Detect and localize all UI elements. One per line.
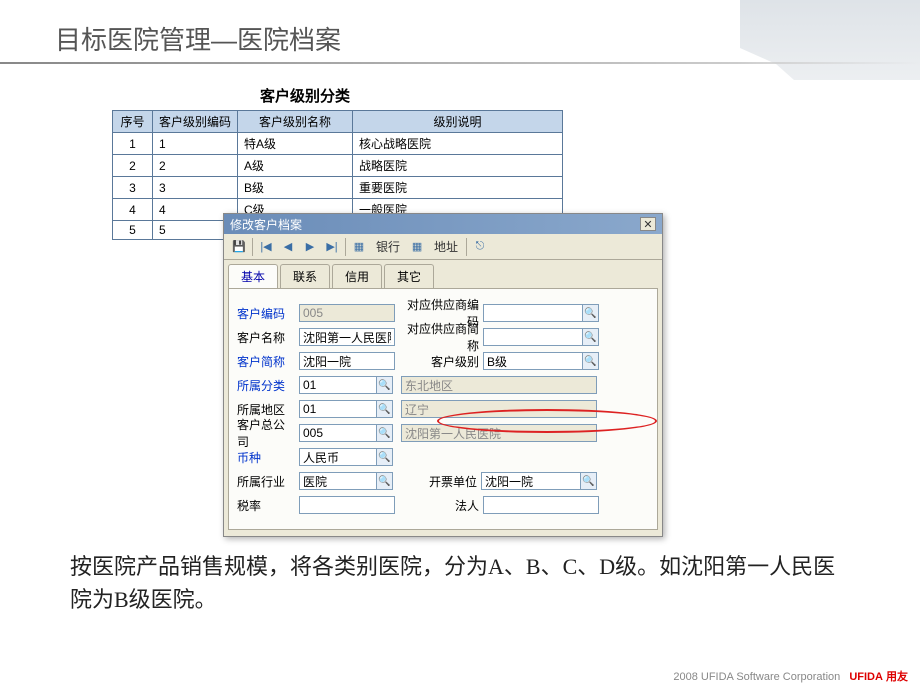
tab-basic-content: 客户编码 005 对应供应商编码 🔍 客户名称 对应供应商简称 🔍 客户简称 客… [228,288,658,530]
fld-level[interactable] [483,352,583,370]
lookup-icon[interactable]: 🔍 [377,376,393,394]
close-button[interactable]: ✕ [640,217,656,231]
fld-name[interactable] [299,328,395,346]
fld-hq[interactable] [299,424,377,442]
th-code: 客户级别编码 [153,111,238,133]
save-icon[interactable]: 💾 [230,238,248,256]
next-icon[interactable]: ▶ [301,238,319,256]
fld-hq-name: 沈阳第一人民医院 [401,424,597,442]
fld-industry[interactable] [299,472,377,490]
description-text: 按医院产品销售规模，将各类别医院，分为A、B、C、D级。如沈阳第一人民医院为B级… [70,550,850,616]
divider [0,62,920,64]
lbl-name: 客户名称 [237,329,299,346]
dialog-titlebar[interactable]: 修改客户档案 ✕ [224,214,662,234]
fld-invoice-unit[interactable] [481,472,581,490]
th-seq: 序号 [113,111,153,133]
lbl-category: 所属分类 [237,377,299,394]
fld-legal[interactable] [483,496,599,514]
tab-other[interactable]: 其它 [384,264,434,288]
table-row: 11特A级核心战略医院 [113,133,563,155]
page-title: 目标医院管理—医院档案 [55,20,341,57]
table-title: 客户级别分类 [260,85,350,106]
dialog-title: 修改客户档案 [230,216,302,233]
lbl-short: 客户简称 [237,353,299,370]
prev-icon[interactable]: ◀ [279,238,297,256]
dialog-toolbar: 💾 |◀ ◀ ▶ ▶| ▦ 银行 ▦ 地址 ⎋ [224,234,662,260]
table-row: 33B级重要医院 [113,177,563,199]
fld-supplier-short[interactable] [483,328,583,346]
lbl-supplier-short: 对应供应商简称 [403,320,483,354]
th-desc: 级别说明 [353,111,563,133]
footer: 2008 UFIDA Software Corporation UFIDA 用友 [673,668,908,684]
fld-tax[interactable] [299,496,395,514]
decorative-building [740,0,920,80]
fld-category-name: 东北地区 [401,376,597,394]
address-button[interactable]: 地址 [430,238,462,255]
tab-contact[interactable]: 联系 [280,264,330,288]
lbl-legal: 法人 [403,497,483,514]
lbl-region: 所属地区 [237,401,299,418]
tab-basic[interactable]: 基本 [228,264,278,288]
lookup-icon[interactable]: 🔍 [581,472,597,490]
fld-supplier-code[interactable] [483,304,583,322]
bank-button[interactable]: 银行 [372,238,404,255]
lookup-icon[interactable]: 🔍 [583,328,599,346]
fld-region[interactable] [299,400,377,418]
fld-region-name: 辽宁 [401,400,597,418]
lbl-currency: 币种 [237,449,299,466]
lookup-icon[interactable]: 🔍 [377,424,393,442]
fld-code: 005 [299,304,395,322]
lbl-code: 客户编码 [237,305,299,322]
lbl-industry: 所属行业 [237,473,299,490]
th-name: 客户级别名称 [238,111,353,133]
address-icon[interactable]: ▦ [408,238,426,256]
lookup-icon[interactable]: 🔍 [377,400,393,418]
lookup-icon[interactable]: 🔍 [377,472,393,490]
lbl-invoice-unit: 开票单位 [401,473,481,490]
exit-icon[interactable]: ⎋ [471,238,489,256]
lookup-icon[interactable]: 🔍 [583,352,599,370]
lookup-icon[interactable]: 🔍 [583,304,599,322]
fld-short[interactable] [299,352,395,370]
tab-credit[interactable]: 信用 [332,264,382,288]
lbl-tax: 税率 [237,497,299,514]
table-row: 22A级战略医院 [113,155,563,177]
bank-icon[interactable]: ▦ [350,238,368,256]
edit-customer-dialog: 修改客户档案 ✕ 💾 |◀ ◀ ▶ ▶| ▦ 银行 ▦ 地址 ⎋ 基本 联系 信… [223,213,663,537]
last-icon[interactable]: ▶| [323,238,341,256]
fld-category[interactable] [299,376,377,394]
dialog-tabs: 基本 联系 信用 其它 [224,260,662,288]
footer-corp: 2008 UFIDA Software Corporation [673,671,840,683]
footer-brand: UFIDA [849,671,883,683]
lbl-level: 客户级别 [403,353,483,370]
lookup-icon[interactable]: 🔍 [377,448,393,466]
first-icon[interactable]: |◀ [257,238,275,256]
fld-currency[interactable] [299,448,377,466]
lbl-hq: 客户总公司 [237,416,299,450]
footer-cn: 用友 [886,671,908,683]
